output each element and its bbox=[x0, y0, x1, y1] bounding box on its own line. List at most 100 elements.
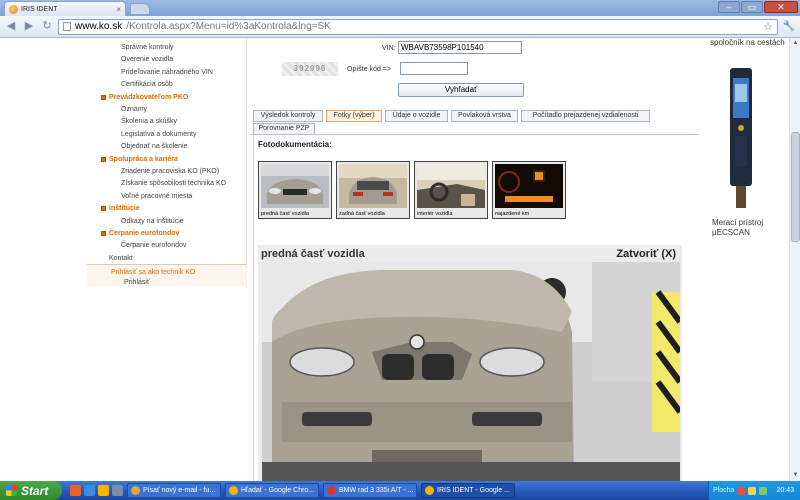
page-icon bbox=[63, 22, 71, 31]
windows-taskbar: Start Písať nový e-mail - fu... Hľadať - … bbox=[0, 481, 800, 500]
scroll-up-icon[interactable]: ▲ bbox=[791, 39, 800, 48]
captcha-input[interactable] bbox=[400, 62, 468, 75]
taskbar-window-button[interactable]: Hľadať - Google Chro... bbox=[225, 483, 319, 498]
nav-link[interactable]: Prideľovanie náhradného VIN bbox=[121, 69, 213, 76]
tab-vysledok-kontroly[interactable]: Výsledok kontroly bbox=[253, 110, 323, 122]
quick-launch bbox=[70, 485, 123, 496]
thumbnail-rear[interactable]: zadná časť vozidla bbox=[336, 161, 410, 219]
app-icon bbox=[131, 486, 140, 495]
login-prompt: Prihlásiť sa ako technik KO bbox=[111, 269, 196, 276]
taskbar-window-label: IRIS IDENT - Google ... bbox=[437, 487, 511, 494]
tray-network-icon[interactable] bbox=[759, 486, 768, 495]
scroll-thumb[interactable] bbox=[791, 132, 800, 242]
nav-link[interactable]: Získanie spôsobilosti technika KO bbox=[121, 180, 226, 187]
nav-section[interactable]: Spolupráca a kariéra bbox=[101, 156, 178, 163]
taskbar-window-button[interactable]: Písať nový e-mail - fu... bbox=[127, 483, 221, 498]
nav-link[interactable]: Čerpanie eurofondov bbox=[121, 242, 186, 249]
url-path: /Kontrola.aspx?Menu=id%3aKontrola&lng=SK bbox=[126, 21, 331, 32]
right-advert[interactable]: spoločník na cestách Merací prístroj µEC… bbox=[710, 38, 788, 298]
forward-button[interactable]: ▶ bbox=[22, 20, 36, 34]
desktop-icon[interactable] bbox=[112, 485, 123, 496]
photo-viewer-header: predná časť vozidla Zatvoriť (X) bbox=[258, 245, 682, 262]
nav-link[interactable]: Kontakt bbox=[109, 255, 133, 262]
nav-link[interactable]: Legislatíva a dokumenty bbox=[121, 131, 197, 138]
vin-label: VIN: bbox=[382, 45, 396, 52]
tray-alert-icon[interactable] bbox=[748, 486, 757, 495]
thumbnail-interior[interactable]: interiér vozidla bbox=[414, 161, 488, 219]
taskbar-window-button[interactable]: IRIS IDENT - Google ... bbox=[421, 483, 515, 498]
taskbar-window-button[interactable]: BMW rad 3 335i A/T - ... bbox=[323, 483, 417, 498]
search-button[interactable]: Vyhľadať bbox=[398, 83, 524, 97]
vin-input[interactable] bbox=[398, 41, 522, 54]
thumbnail-interior-image bbox=[417, 164, 485, 208]
thumbnail-caption: predná časť vozidla bbox=[261, 211, 309, 217]
back-button[interactable]: ◀ bbox=[4, 20, 18, 34]
page-scrollbar[interactable]: ▲ ▼ bbox=[789, 38, 800, 481]
nav-section-label: Prevádzkovateľom PKO bbox=[109, 93, 189, 101]
photo-viewer: predná časť vozidla Zatvoriť (X) bbox=[258, 245, 682, 481]
collapse-toggle-icon[interactable] bbox=[101, 231, 106, 236]
tab-udaje-o-vozidle[interactable]: Údaje o vozidle bbox=[385, 110, 448, 122]
viewer-caption: predná časť vozidla bbox=[261, 248, 365, 260]
tab-title: IRIS IDENT bbox=[21, 5, 58, 13]
nav-section[interactable]: Inštitúcie bbox=[101, 205, 140, 212]
app-icon bbox=[229, 486, 238, 495]
nav-section-label: Čerpanie eurofondov bbox=[109, 230, 180, 237]
nav-link[interactable]: Certifikácia osôb bbox=[121, 81, 173, 88]
tray-clock: 20:43 bbox=[776, 487, 794, 494]
bookmark-star-icon[interactable]: ☆ bbox=[763, 20, 773, 33]
nav-link[interactable]: Zriadenie pracoviska KO (PKO) bbox=[121, 168, 219, 175]
tab-close-icon[interactable]: × bbox=[116, 5, 121, 14]
viewer-close-button[interactable]: Zatvoriť (X) bbox=[616, 248, 676, 260]
maximize-button[interactable]: ▭ bbox=[741, 1, 763, 13]
nav-link[interactable]: Voľné pracovné miesta bbox=[121, 193, 192, 200]
thumbnail-caption: najazdené km bbox=[495, 211, 530, 217]
close-window-button[interactable]: ✕ bbox=[764, 1, 798, 13]
address-bar[interactable]: www.ko.sk/Kontrola.aspx?Menu=id%3aKontro… bbox=[58, 18, 778, 35]
nav-link[interactable]: Školenia a skúšky bbox=[121, 118, 177, 125]
ie-icon[interactable] bbox=[84, 485, 95, 496]
thumbnail-front[interactable]: predná časť vozidla bbox=[258, 161, 332, 219]
thumbnail-rear-image bbox=[339, 164, 407, 208]
tray-security-icon[interactable] bbox=[737, 486, 746, 495]
thumbnail-caption: zadná časť vozidla bbox=[339, 211, 385, 217]
taskbar-window-label: BMW rad 3 335i A/T - ... bbox=[339, 487, 414, 494]
new-tab-button[interactable] bbox=[130, 3, 150, 15]
login-link[interactable]: Prihlásiť bbox=[124, 279, 150, 286]
browser-tab[interactable]: IRIS IDENT × bbox=[4, 1, 126, 16]
start-label: Start bbox=[21, 483, 49, 498]
tab-povlakova-vrstva[interactable]: Povlaková vrstva bbox=[451, 110, 518, 122]
nav-link[interactable]: Správne kontroly bbox=[121, 44, 174, 51]
app-icon bbox=[425, 486, 434, 495]
collapse-toggle-icon[interactable] bbox=[101, 156, 106, 162]
nav-link[interactable]: Oznamy bbox=[121, 106, 147, 113]
thumbnail-odometer[interactable]: najazdené km bbox=[492, 161, 566, 219]
result-tabs: Výsledok kontroly Fotky (výber) Údaje o … bbox=[253, 110, 699, 135]
photo-heading: Fotodokumentácia: bbox=[258, 140, 332, 149]
app-icon bbox=[327, 486, 336, 495]
minimize-button[interactable]: – bbox=[718, 1, 740, 13]
scroll-down-icon[interactable]: ▼ bbox=[791, 471, 800, 480]
windows-flag-icon bbox=[6, 485, 17, 496]
advert-top-text: spoločník na cestách bbox=[710, 38, 785, 47]
nav-section[interactable]: Prevádzkovateľom PKO bbox=[101, 94, 188, 101]
nav-section[interactable]: Čerpanie eurofondov bbox=[101, 230, 179, 237]
nav-link[interactable]: Odkazy na inštitúcie bbox=[121, 218, 184, 225]
wrench-menu-icon[interactable]: 🔧 bbox=[782, 20, 796, 34]
tab-pocitadlo[interactable]: Počítadlo prejazdenej vzdialenosti bbox=[521, 110, 650, 122]
tab-fotky[interactable]: Fotky (výber) bbox=[326, 110, 382, 122]
reload-button[interactable]: ↻ bbox=[40, 20, 54, 34]
nav-link[interactable]: Objednať na školenie bbox=[121, 143, 187, 150]
site-favicon-icon bbox=[9, 4, 18, 14]
thumbnail-front-image bbox=[261, 164, 329, 208]
thumbnail-odometer-image bbox=[495, 164, 563, 208]
start-button[interactable]: Start bbox=[0, 481, 62, 500]
collapse-toggle-icon[interactable] bbox=[101, 206, 106, 212]
chrome-icon[interactable] bbox=[98, 485, 109, 496]
page-viewport: Prihlásiť sa ako technik KO Prihlásiť Sp… bbox=[0, 38, 800, 481]
firefox-icon[interactable] bbox=[70, 485, 81, 496]
collapse-toggle-icon[interactable] bbox=[101, 94, 106, 100]
nav-link[interactable]: Overenie vozidla bbox=[121, 56, 173, 63]
taskbar-window-label: Hľadať - Google Chro... bbox=[241, 487, 315, 494]
tray-desktop-label: Plocha bbox=[713, 487, 735, 494]
